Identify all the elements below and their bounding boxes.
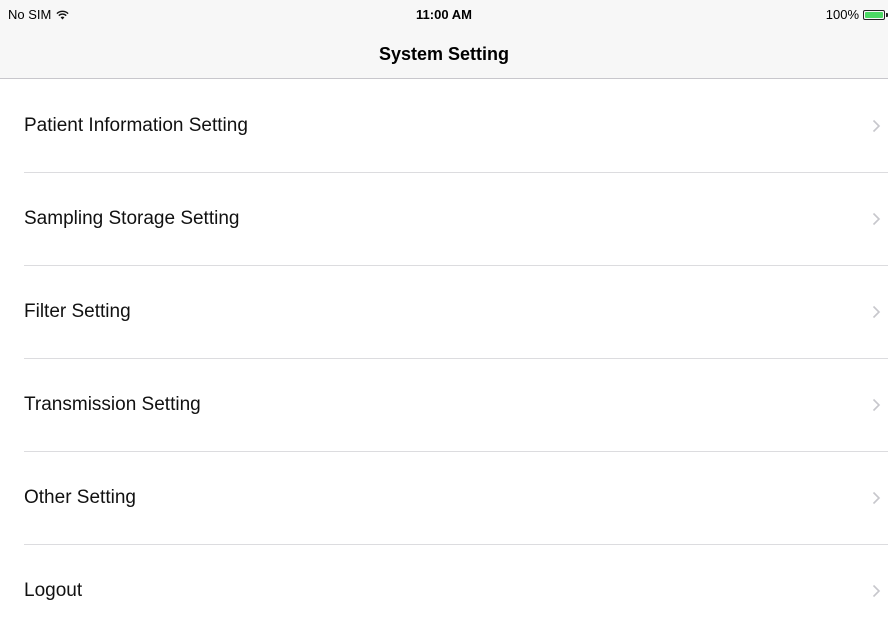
chevron-right-icon: [872, 305, 881, 319]
row-label: Logout: [24, 580, 83, 601]
battery-body: [863, 9, 885, 20]
row-label: Other Setting: [24, 487, 136, 508]
chevron-right-icon: [872, 398, 881, 412]
battery-percent: 100%: [825, 7, 859, 22]
status-time: 11:00 AM: [416, 7, 472, 22]
battery-fill: [865, 11, 883, 18]
status-bar: No SIM 11:00 AM 100%: [0, 0, 888, 38]
settings-row-transmission[interactable]: Transmission Setting: [0, 359, 888, 452]
settings-row-sampling-storage[interactable]: Sampling Storage Setting: [0, 173, 888, 266]
battery-icon: [863, 9, 888, 20]
row-label: Filter Setting: [24, 301, 131, 322]
settings-row-filter[interactable]: Filter Setting: [0, 266, 888, 359]
chevron-right-icon: [872, 584, 881, 598]
settings-row-patient-information[interactable]: Patient Information Setting: [0, 80, 888, 173]
navigation-bar: System Setting: [0, 38, 888, 79]
row-label: Sampling Storage Setting: [24, 208, 240, 229]
chevron-right-icon: [872, 119, 881, 133]
status-right: 100%: [826, 7, 888, 22]
row-label: Transmission Setting: [24, 394, 201, 415]
chevron-right-icon: [872, 491, 881, 505]
row-label: Patient Information Setting: [24, 115, 248, 136]
page-title: System Setting: [378, 44, 510, 64]
settings-list: Patient Information Setting Sampling Sto…: [0, 80, 888, 638]
chevron-right-icon: [872, 212, 881, 226]
settings-row-logout[interactable]: Logout: [0, 545, 888, 638]
settings-row-other[interactable]: Other Setting: [0, 452, 888, 545]
